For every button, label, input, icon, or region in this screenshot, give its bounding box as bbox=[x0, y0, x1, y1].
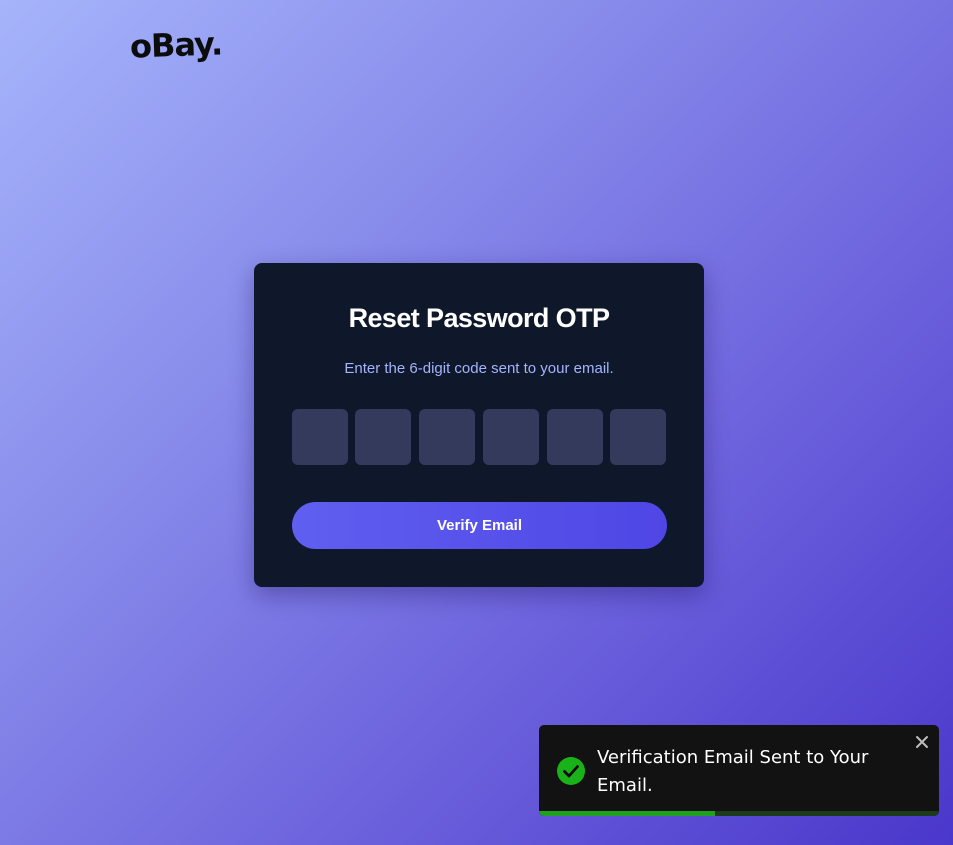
success-toast[interactable]: Verification Email Sent to Your Email. bbox=[539, 725, 939, 816]
brand-logo[interactable]: oBay. bbox=[129, 24, 222, 65]
otp-digit-3[interactable] bbox=[419, 409, 475, 465]
card-title: Reset Password OTP bbox=[348, 303, 610, 333]
card-subtitle: Enter the 6-digit code sent to your emai… bbox=[344, 360, 614, 377]
otp-digit-2[interactable] bbox=[355, 409, 411, 465]
reset-otp-card: Reset Password OTP Enter the 6-digit cod… bbox=[254, 263, 704, 587]
otp-digit-5[interactable] bbox=[547, 409, 603, 465]
toast-progress-track bbox=[539, 811, 939, 816]
otp-digit-6[interactable] bbox=[610, 409, 666, 465]
otp-digit-4[interactable] bbox=[483, 409, 539, 465]
otp-input-group bbox=[292, 409, 667, 465]
verify-email-button[interactable]: Verify Email bbox=[292, 502, 667, 549]
otp-digit-1[interactable] bbox=[292, 409, 348, 465]
check-circle-icon bbox=[557, 757, 585, 785]
close-icon[interactable] bbox=[914, 734, 930, 750]
toast-progress-bar bbox=[539, 811, 715, 816]
toast-message: Verification Email Sent to Your Email. bbox=[597, 747, 869, 796]
